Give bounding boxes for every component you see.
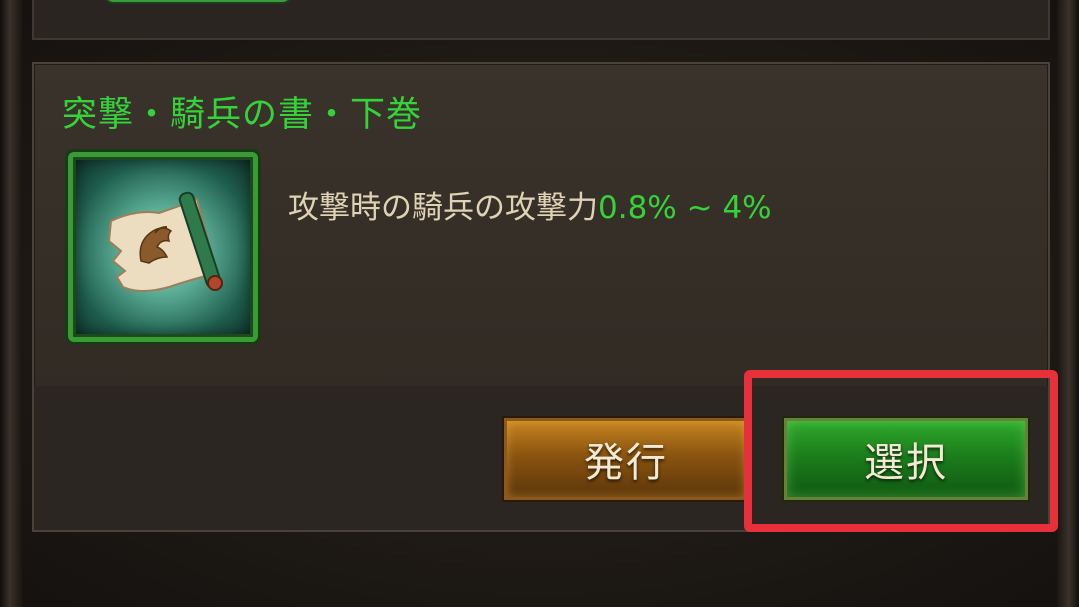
previous-item-card — [32, 0, 1050, 40]
previous-item-icon-frame — [104, 0, 292, 2]
scroll-icon — [68, 152, 258, 342]
game-panel: 突撃・騎兵の書・下巻 攻撃時の騎兵の攻撃力0.8% ~ 4% 発行 選択 — [0, 0, 1079, 607]
description-value: 0.8% ~ 4% — [598, 190, 772, 226]
item-description: 攻撃時の騎兵の攻撃力0.8% ~ 4% — [288, 182, 772, 227]
description-text: 攻撃時の騎兵の攻撃力 — [288, 190, 598, 226]
right-frame-rail — [1057, 0, 1079, 607]
item-title: 突撃・騎兵の書・下巻 — [62, 95, 423, 135]
scroll-icon-graphic — [107, 191, 223, 292]
select-highlight-box — [744, 370, 1058, 532]
left-frame-rail — [0, 0, 22, 607]
issue-button[interactable]: 発行 — [504, 418, 748, 500]
